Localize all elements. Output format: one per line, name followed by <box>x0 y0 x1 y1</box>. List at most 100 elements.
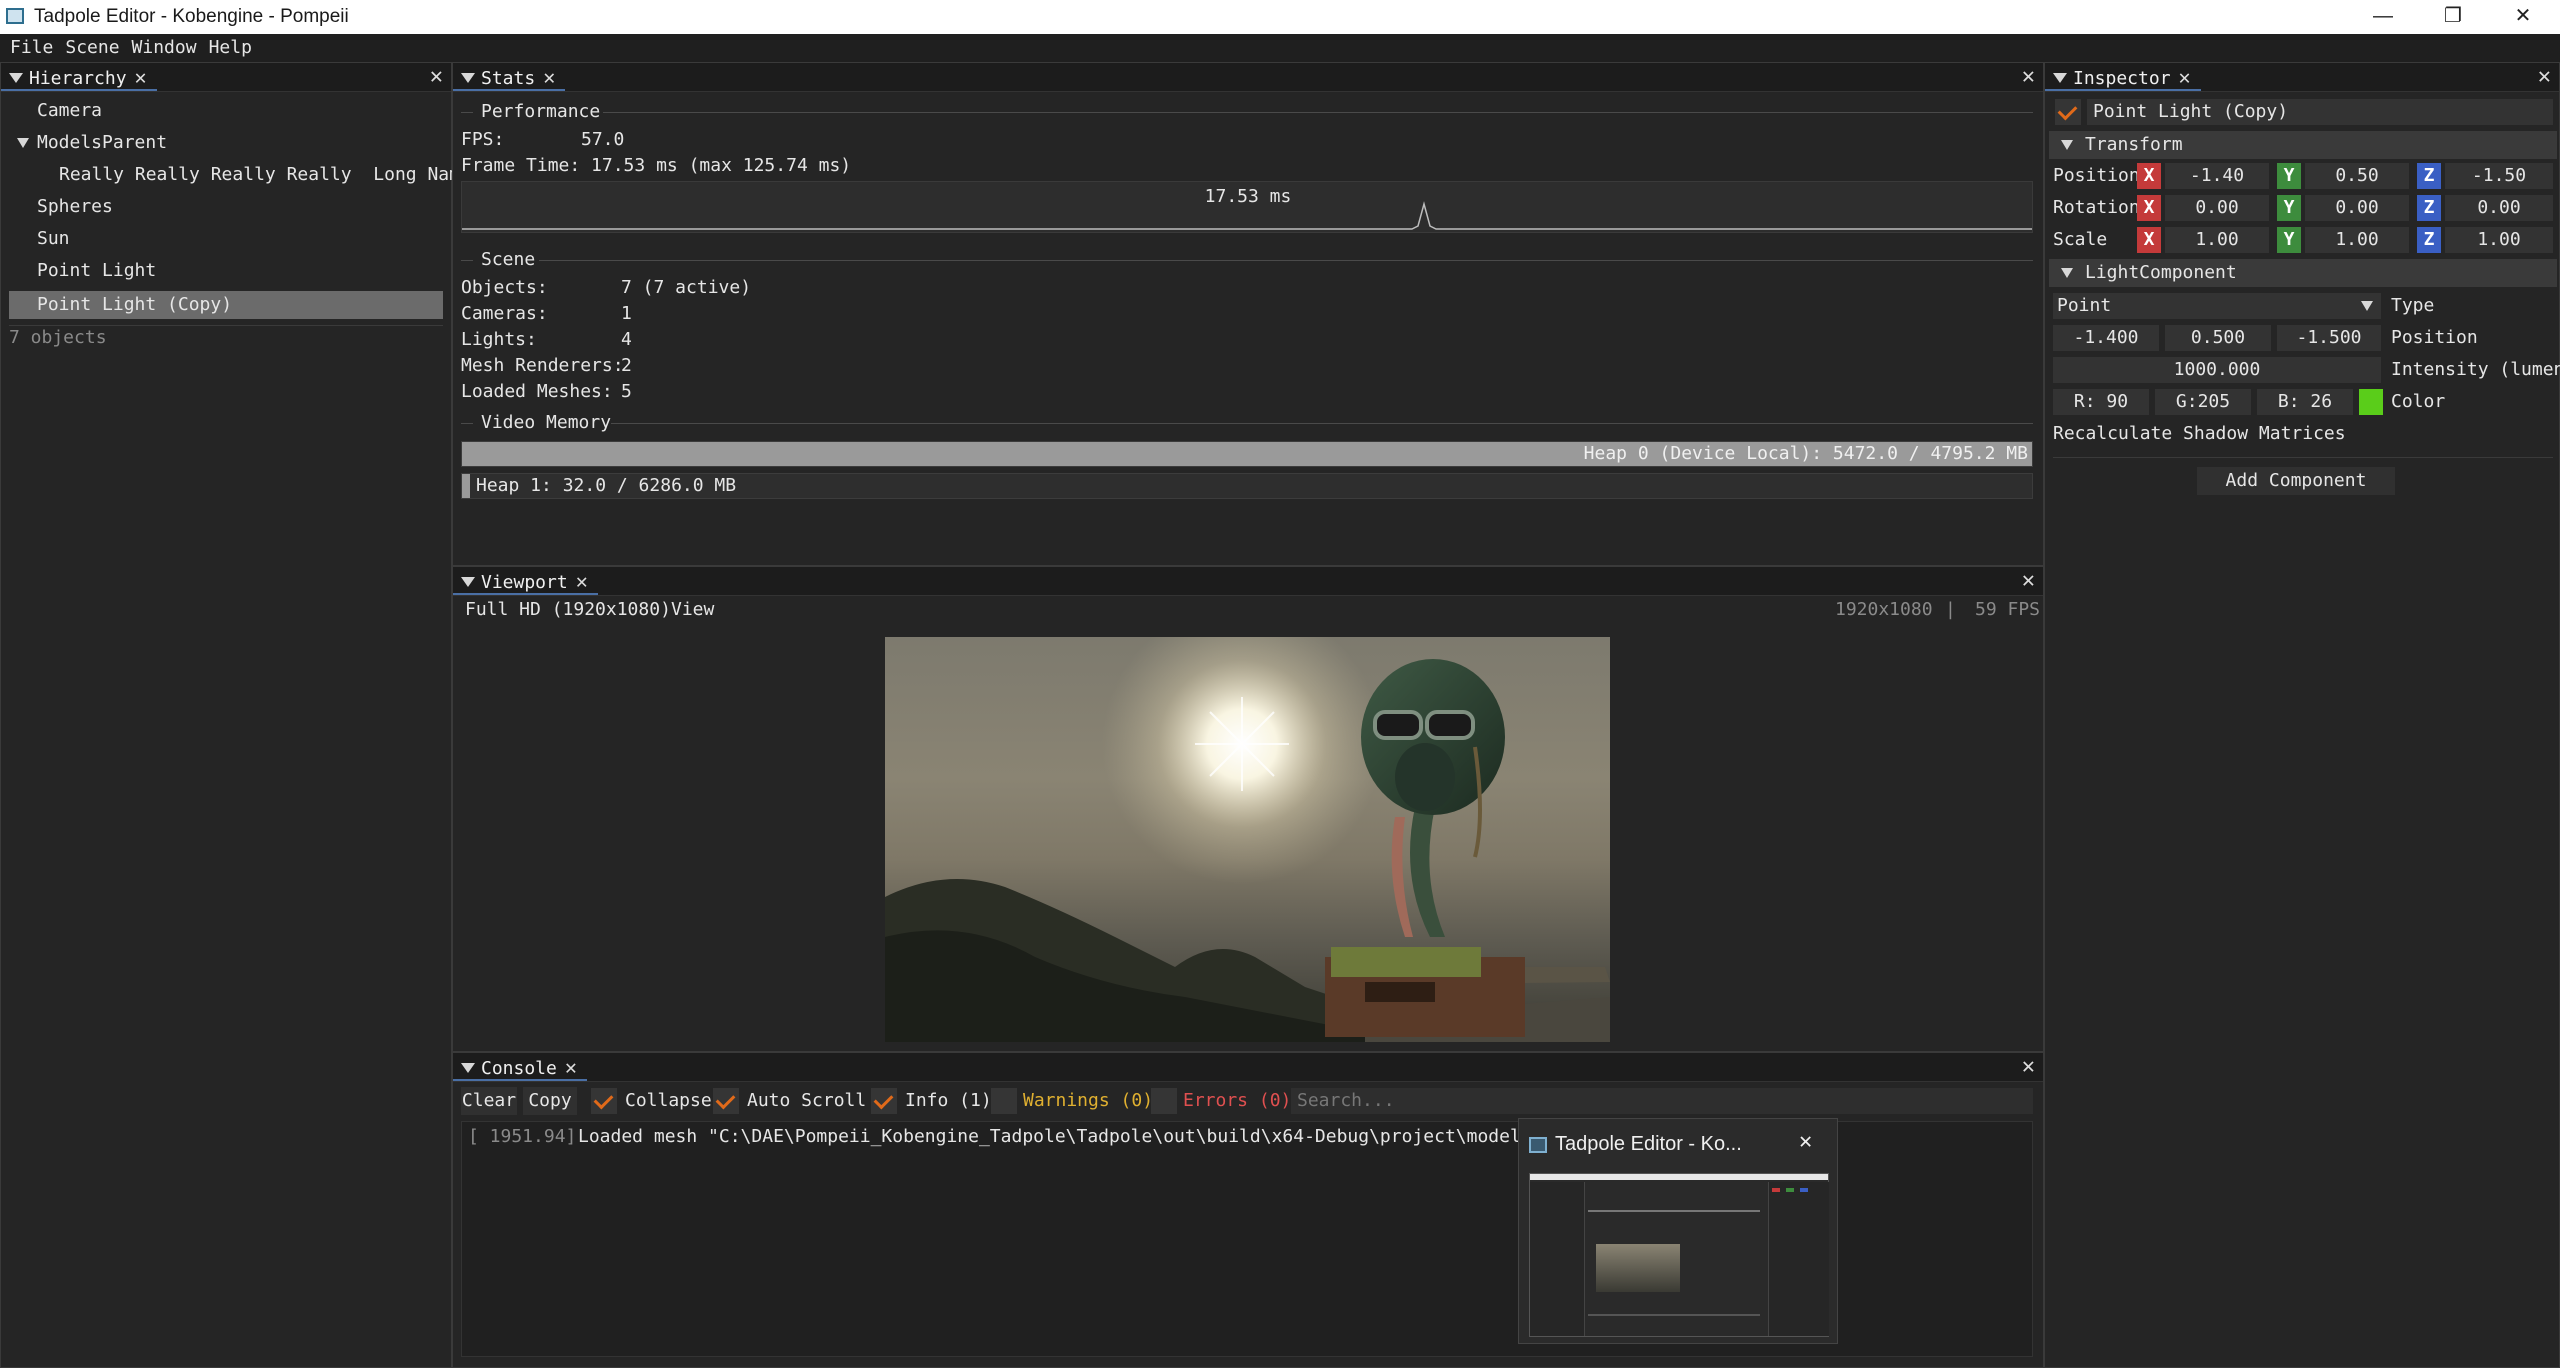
light-type-dropdown[interactable]: Point <box>2053 293 2381 319</box>
tab-console[interactable]: Console ✕ <box>453 1053 587 1081</box>
hierarchy-item-spheres[interactable]: Spheres <box>1 193 477 221</box>
panel-menu-icon[interactable] <box>461 73 475 83</box>
close-tab-icon[interactable]: ✕ <box>135 63 147 91</box>
heap1-bar-fill <box>462 474 470 498</box>
taskbar-window-preview[interactable]: Tadpole Editor - Ko... ✕ <box>1518 1118 1838 1344</box>
scale-y-axis: Y <box>2277 227 2301 253</box>
close-tab-icon[interactable]: ✕ <box>565 1053 577 1081</box>
object-name-input[interactable]: Point Light (Copy) <box>2087 99 2553 125</box>
preview-close-icon[interactable]: ✕ <box>1799 1131 1812 1153</box>
mesh-renderers-label: Mesh Renderers: <box>461 355 624 376</box>
rotation-x-field[interactable]: 0.00 <box>2165 195 2269 221</box>
resolution-dropdown[interactable]: Full HD (1920x1080) <box>465 599 671 621</box>
position-y-axis: Y <box>2277 163 2301 189</box>
panel-menu-icon[interactable] <box>9 73 23 83</box>
add-component-button[interactable]: Add Component <box>2197 467 2395 495</box>
menu-help[interactable]: Help <box>203 34 258 62</box>
close-tab-icon[interactable]: ✕ <box>576 567 588 595</box>
viewport-header: Viewport ✕ ✕ <box>453 567 2043 596</box>
rotation-z-field[interactable]: 0.00 <box>2445 195 2553 221</box>
scale-z-field[interactable]: 1.00 <box>2445 227 2553 253</box>
auto-scroll-checkbox[interactable] <box>713 1088 739 1114</box>
color-g-field[interactable]: G:205 <box>2155 389 2251 415</box>
log-message[interactable]: Loaded mesh "C:\DAE\Pompeii_Kobengine_Ta… <box>578 1126 1638 1148</box>
viewport-render[interactable] <box>885 637 1610 1042</box>
dropdown-arrow-icon <box>2361 301 2373 311</box>
heap1-bar: Heap 1: 32.0 / 6286.0 MB <box>461 473 2033 499</box>
console-search-input[interactable]: Search... <box>1291 1088 2033 1114</box>
scale-z-axis: Z <box>2417 227 2441 253</box>
close-panel-icon[interactable]: ✕ <box>2022 567 2035 595</box>
scale-x-field[interactable]: 1.00 <box>2165 227 2269 253</box>
errors-filter-label: Errors (0) <box>1183 1090 1292 1111</box>
tab-hierarchy[interactable]: Hierarchy ✕ <box>1 63 157 91</box>
light-position-label: Position <box>2391 327 2478 348</box>
minimize-button[interactable]: — <box>2348 0 2418 34</box>
color-r-field[interactable]: R: 90 <box>2053 389 2149 415</box>
console-copy-button[interactable]: Copy <box>523 1087 577 1115</box>
transform-section-header[interactable]: Transform <box>2049 131 2557 159</box>
warnings-checkbox[interactable] <box>991 1088 1017 1114</box>
close-tab-icon[interactable]: ✕ <box>543 63 555 91</box>
close-panel-icon[interactable]: ✕ <box>2022 1053 2035 1081</box>
light-position-z[interactable]: -1.500 <box>2277 325 2381 351</box>
hierarchy-item-point-light[interactable]: Point Light <box>1 257 477 285</box>
loaded-meshes-label: Loaded Meshes: <box>461 381 613 402</box>
light-position-y[interactable]: 0.500 <box>2165 325 2271 351</box>
close-panel-icon[interactable]: ✕ <box>2022 63 2035 91</box>
light-position-x[interactable]: -1.400 <box>2053 325 2159 351</box>
rotation-y-field[interactable]: 0.00 <box>2305 195 2409 221</box>
menu-file[interactable]: File <box>4 34 59 62</box>
preview-app-icon <box>1529 1137 1547 1153</box>
collapse-arrow-icon[interactable] <box>2061 268 2073 278</box>
tab-viewport[interactable]: Viewport ✕ <box>453 567 598 595</box>
panel-menu-icon[interactable] <box>2053 73 2067 83</box>
collapse-arrow-icon[interactable] <box>2061 140 2073 150</box>
position-z-axis: Z <box>2417 163 2441 189</box>
hierarchy-item-sun[interactable]: Sun <box>1 225 477 253</box>
fps-value: 57.0 <box>581 129 625 150</box>
light-component-section-header[interactable]: LightComponent <box>2049 259 2557 287</box>
collapse-label: Collapse <box>625 1090 712 1111</box>
log-timestamp: [ 1951.94] <box>468 1126 577 1147</box>
heap0-label: Heap 0 (Device Local): 5472.0 / 4795.2 M… <box>1583 443 2028 464</box>
hierarchy-item-point-light-copy[interactable]: Point Light (Copy) <box>9 291 443 319</box>
intensity-label: Intensity (lumen) <box>2391 359 2560 380</box>
position-y-field[interactable]: 0.50 <box>2305 163 2409 189</box>
panel-menu-icon[interactable] <box>461 577 475 587</box>
hierarchy-item-camera[interactable]: Camera <box>1 97 477 125</box>
close-panel-icon[interactable]: ✕ <box>2538 63 2551 91</box>
rotation-x-axis: X <box>2137 195 2161 221</box>
menu-scene[interactable]: Scene <box>59 34 125 62</box>
intensity-field[interactable]: 1000.000 <box>2053 357 2381 383</box>
close-panel-icon[interactable]: ✕ <box>430 63 443 91</box>
recalculate-shadow-matrices-button[interactable]: Recalculate Shadow Matrices <box>2053 423 2346 445</box>
color-b-field[interactable]: B: 26 <box>2257 389 2353 415</box>
console-clear-button[interactable]: Clear <box>461 1087 517 1115</box>
scale-y-field[interactable]: 1.00 <box>2305 227 2409 253</box>
frame-time: Frame Time: 17.53 ms (max 125.74 ms) <box>461 155 852 176</box>
errors-checkbox[interactable] <box>1151 1088 1177 1114</box>
viewport-info-separator: | <box>1945 599 1956 620</box>
menu-window[interactable]: Window <box>126 34 203 62</box>
view-menu[interactable]: View <box>671 599 714 621</box>
info-checkbox[interactable] <box>871 1088 897 1114</box>
inspector-header: Inspector ✕ ✕ <box>2045 63 2559 92</box>
maximize-button[interactable]: ❐ <box>2418 0 2488 34</box>
hierarchy-item-modelsparent[interactable]: ModelsParent <box>1 129 457 157</box>
tab-stats[interactable]: Stats ✕ <box>453 63 566 91</box>
close-tab-icon[interactable]: ✕ <box>2179 63 2191 91</box>
rotation-label: Rotation <box>2053 197 2140 218</box>
cameras-value: 1 <box>621 303 632 324</box>
position-z-field[interactable]: -1.50 <box>2445 163 2553 189</box>
object-enabled-checkbox[interactable] <box>2055 99 2081 125</box>
panel-menu-icon[interactable] <box>461 1063 475 1073</box>
expand-arrow-icon[interactable] <box>17 138 29 148</box>
color-swatch[interactable] <box>2359 389 2383 415</box>
hierarchy-item-long-name[interactable]: Really Really Really Really Long Name <box>1 161 499 189</box>
close-window-button[interactable]: ✕ <box>2488 0 2558 34</box>
tab-inspector[interactable]: Inspector ✕ <box>2045 63 2201 91</box>
collapse-checkbox[interactable] <box>591 1088 617 1114</box>
menu-bar: File Scene Window Help <box>0 34 2560 63</box>
position-x-field[interactable]: -1.40 <box>2165 163 2269 189</box>
